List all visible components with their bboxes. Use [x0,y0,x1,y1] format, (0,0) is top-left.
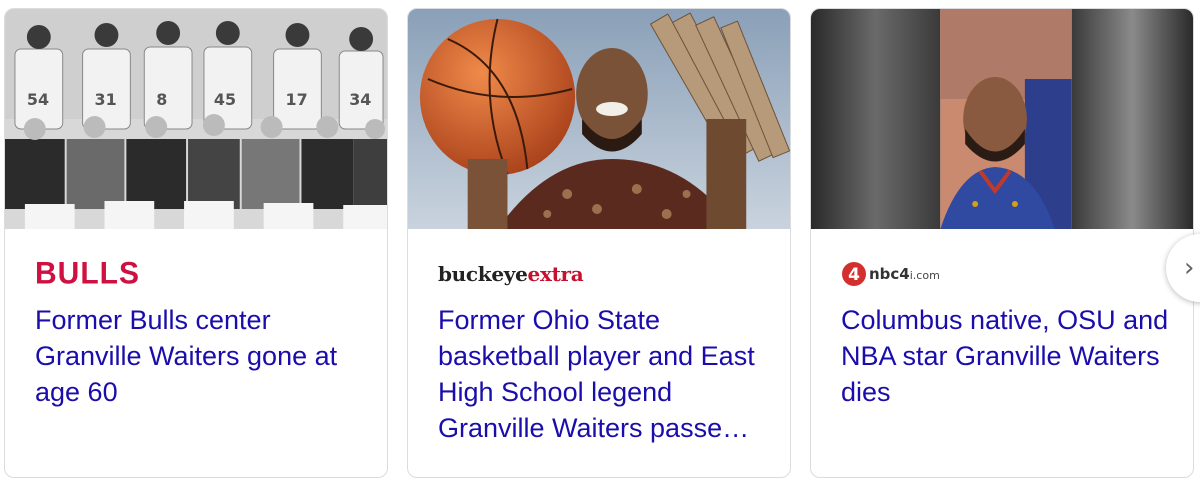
buckeye-logo-part: buckeye [438,262,528,286]
card-headline[interactable]: Columbus native, OSU and NBA star Granvi… [841,302,1171,410]
nbc-peacock-icon: 4 [842,262,866,286]
card-thumbnail-player-basketball[interactable] [408,9,790,229]
chevron-right-icon: › [1184,253,1195,283]
news-card-2[interactable]: buckeyeextra Former Ohio State basketbal… [407,8,791,478]
svg-text:34: 34 [349,90,371,109]
svg-text:54: 54 [27,90,49,109]
nbc-logo-suffix: i.com [909,269,940,282]
source-logo-buckeyextra: buckeyeextra [438,259,584,289]
source-logo-bulls: BULLS [35,256,140,291]
svg-text:45: 45 [214,90,236,109]
svg-text:8: 8 [156,90,167,109]
news-card-3[interactable]: 4 nbc4i.com Columbus native, OSU and NBA… [810,8,1194,478]
svg-text:4: 4 [848,265,860,285]
card-thumbnail-player-portrait[interactable] [811,9,1193,229]
extra-logo-part: extra [527,262,584,286]
card-headline[interactable]: Former Bulls center Granville Waiters go… [35,302,365,410]
bulls-logo-text: BULLS [35,256,140,291]
card-headline[interactable]: Former Ohio State basketball player and … [438,302,768,446]
source-logo-nbc4i: 4 nbc4i.com [841,259,940,289]
top-stories-carousel: 54 31 8 45 17 34 BULLS Former Bulls cent… [0,0,1200,478]
svg-text:17: 17 [286,90,308,109]
card-thumbnail-bulls-team[interactable]: 54 31 8 45 17 34 [5,9,387,229]
svg-text:31: 31 [95,90,117,109]
news-card-1[interactable]: 54 31 8 45 17 34 BULLS Former Bulls cent… [4,8,388,478]
nbc-logo-main: nbc4 [869,265,910,283]
